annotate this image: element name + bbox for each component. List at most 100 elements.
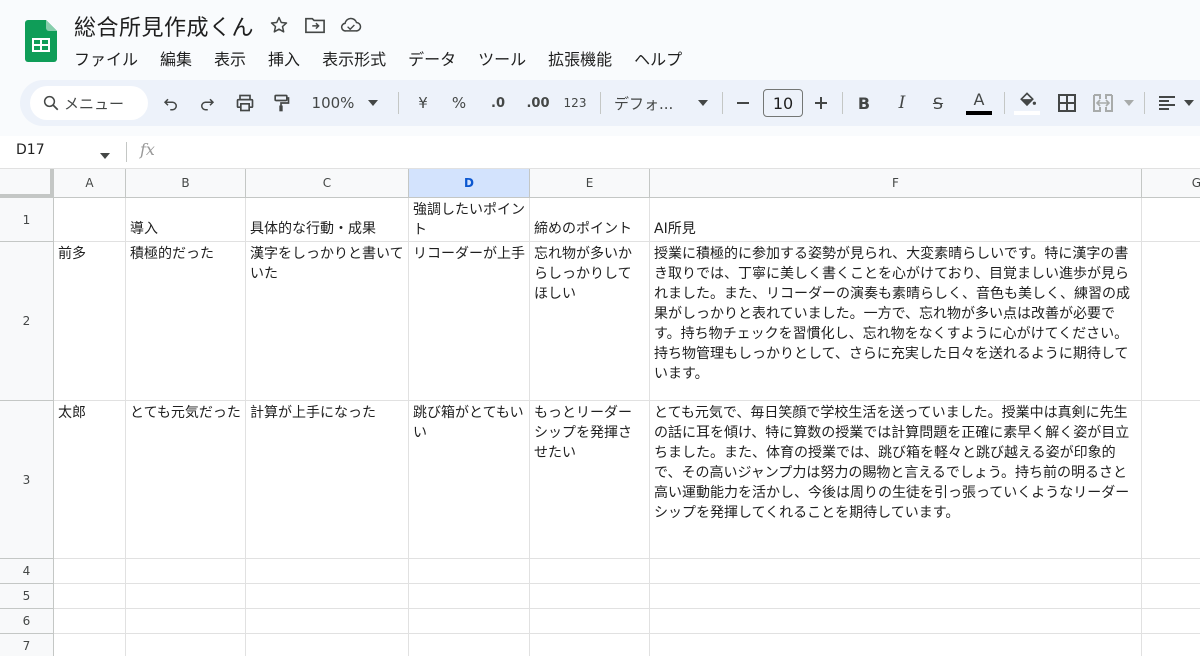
row-header-6[interactable]: 6 — [0, 609, 54, 634]
cell-a6[interactable] — [54, 609, 126, 634]
column-header-d[interactable]: D — [409, 169, 530, 198]
menu-help[interactable]: ヘルプ — [634, 46, 690, 70]
cell-b5[interactable] — [126, 584, 246, 609]
menu-edit[interactable]: 編集 — [160, 46, 200, 70]
decrease-font-size-icon[interactable] — [732, 80, 754, 126]
horizontal-align-icon[interactable] — [1154, 80, 1180, 126]
cell-c4[interactable] — [246, 559, 409, 584]
cell-e7[interactable] — [530, 634, 650, 656]
menu-format[interactable]: 表示形式 — [322, 46, 394, 70]
currency-format-button[interactable]: ¥ — [410, 80, 436, 126]
menu-extensions[interactable]: 拡張機能 — [548, 46, 620, 70]
menu-tools[interactable]: ツール — [478, 46, 534, 70]
cell-b3[interactable]: とても元気だった — [126, 401, 246, 559]
cell-b6[interactable] — [126, 609, 246, 634]
cell-e3[interactable]: もっとリーダーシップを発揮させたい — [530, 401, 650, 559]
cell-c1[interactable]: 具体的な行動・成果 — [246, 198, 409, 242]
cell-d6[interactable] — [409, 609, 530, 634]
cell-c3[interactable]: 計算が上手になった — [246, 401, 409, 559]
cell-f4[interactable] — [650, 559, 1142, 584]
more-formats-button[interactable]: 123 — [560, 80, 590, 126]
menu-view[interactable]: 表示 — [214, 46, 254, 70]
row-header-4[interactable]: 4 — [0, 559, 54, 584]
name-box-dropdown-icon[interactable] — [100, 144, 110, 163]
redo-icon[interactable] — [194, 80, 220, 126]
cell-a7[interactable] — [54, 634, 126, 656]
font-size-input[interactable]: 10 — [763, 89, 803, 117]
text-color-button[interactable]: A — [964, 80, 994, 126]
row-header-5[interactable]: 5 — [0, 584, 54, 609]
cell-d3[interactable]: 跳び箱がとてもいい — [409, 401, 530, 559]
column-header-f[interactable]: F — [650, 169, 1142, 198]
column-header-g[interactable]: G — [1142, 169, 1200, 198]
cell-a2[interactable]: 前多 — [54, 242, 126, 401]
column-header-c[interactable]: C — [246, 169, 409, 198]
row-header-1[interactable]: 1 — [0, 198, 54, 242]
cell-a1[interactable] — [54, 198, 126, 242]
percent-format-button[interactable]: % — [446, 80, 472, 126]
print-icon[interactable] — [232, 80, 258, 126]
menu-insert[interactable]: 挿入 — [268, 46, 308, 70]
cell-f1[interactable]: AI所見 — [650, 198, 1142, 242]
cell-e6[interactable] — [530, 609, 650, 634]
star-icon[interactable] — [268, 14, 290, 36]
cell-a5[interactable] — [54, 584, 126, 609]
font-dropdown-icon[interactable] — [696, 80, 710, 126]
cell-f7[interactable] — [650, 634, 1142, 656]
cell-e4[interactable] — [530, 559, 650, 584]
cell-d4[interactable] — [409, 559, 530, 584]
italic-button[interactable]: I — [890, 80, 914, 126]
cell-e2[interactable]: 忘れ物が多いからしっかりしてほしい — [530, 242, 650, 401]
cell-b7[interactable] — [126, 634, 246, 656]
select-all-corner[interactable] — [0, 169, 54, 198]
cell-f2[interactable]: 授業に積極的に参加する姿勢が見られ、大変素晴らしいです。特に漢字の書き取りでは、… — [650, 242, 1142, 401]
row-header-7[interactable]: 7 — [0, 634, 54, 656]
sheets-logo-icon[interactable] — [25, 20, 57, 62]
decrease-decimal-button[interactable]: .0 — [484, 80, 512, 126]
cell-c2[interactable]: 漢字をしっかりと書いていた — [246, 242, 409, 401]
cell-g5[interactable] — [1142, 584, 1200, 609]
cell-a4[interactable] — [54, 559, 126, 584]
menu-data[interactable]: データ — [408, 46, 464, 70]
undo-icon[interactable] — [158, 80, 184, 126]
row-header-3[interactable]: 3 — [0, 401, 54, 559]
increase-decimal-button[interactable]: .00 — [522, 80, 554, 126]
cloud-status-icon[interactable] — [340, 14, 362, 36]
cell-c5[interactable] — [246, 584, 409, 609]
cell-e5[interactable] — [530, 584, 650, 609]
font-family-select[interactable]: デフォ... — [614, 80, 686, 126]
merge-cells-icon[interactable] — [1090, 80, 1116, 126]
cell-b1[interactable]: 導入 — [126, 198, 246, 242]
paint-format-icon[interactable] — [268, 80, 294, 126]
merge-dropdown-icon[interactable] — [1122, 80, 1136, 126]
column-header-b[interactable]: B — [126, 169, 246, 198]
align-dropdown-icon[interactable] — [1182, 80, 1196, 126]
menu-search[interactable]: メニュー — [30, 86, 148, 120]
cell-g6[interactable] — [1142, 609, 1200, 634]
cell-b4[interactable] — [126, 559, 246, 584]
zoom-value[interactable]: 100% — [308, 80, 358, 126]
cell-f6[interactable] — [650, 609, 1142, 634]
cell-c7[interactable] — [246, 634, 409, 656]
cell-b2[interactable]: 積極的だった — [126, 242, 246, 401]
borders-icon[interactable] — [1054, 80, 1080, 126]
bold-button[interactable]: B — [852, 80, 876, 126]
increase-font-size-icon[interactable] — [810, 80, 832, 126]
cell-a3[interactable]: 太郎 — [54, 401, 126, 559]
cell-g3[interactable] — [1142, 401, 1200, 559]
move-folder-icon[interactable] — [304, 14, 326, 36]
cell-d2[interactable]: リコーダーが上手 — [409, 242, 530, 401]
cell-d1[interactable]: 強調したいポイント — [409, 198, 530, 242]
name-box[interactable]: D17 — [16, 142, 45, 158]
cell-g4[interactable] — [1142, 559, 1200, 584]
cell-c6[interactable] — [246, 609, 409, 634]
column-header-a[interactable]: A — [54, 169, 126, 198]
cell-g2[interactable] — [1142, 242, 1200, 401]
cell-g1[interactable] — [1142, 198, 1200, 242]
cell-d5[interactable] — [409, 584, 530, 609]
column-header-e[interactable]: E — [530, 169, 650, 198]
cell-f3[interactable]: とても元気で、毎日笑顔で学校生活を送っていました。授業中は真剣に先生の話に耳を傾… — [650, 401, 1142, 559]
cell-g7[interactable] — [1142, 634, 1200, 656]
cell-d7[interactable] — [409, 634, 530, 656]
cell-e1[interactable]: 締めのポイント — [530, 198, 650, 242]
